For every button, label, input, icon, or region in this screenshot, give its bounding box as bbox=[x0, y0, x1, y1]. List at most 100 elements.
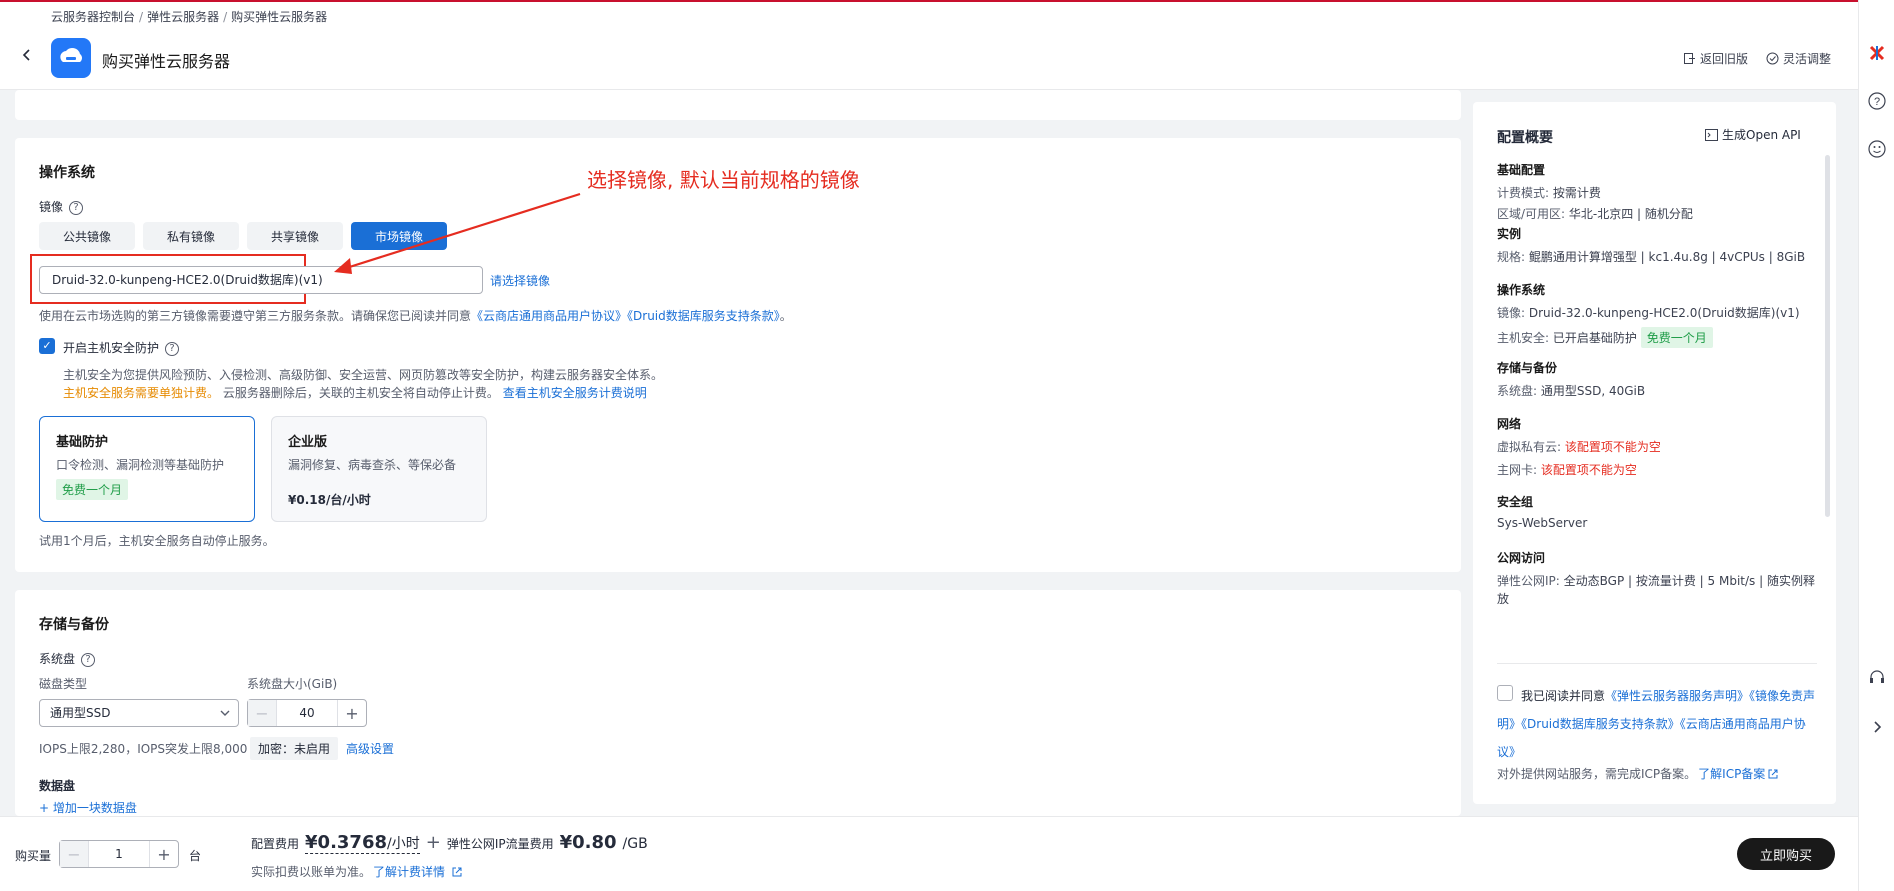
app-logo-icon[interactable] bbox=[1868, 44, 1886, 62]
option-title: 企业版 bbox=[288, 435, 328, 450]
notice-suffix: 。 bbox=[779, 309, 792, 323]
os-section-title: 操作系统 bbox=[39, 165, 95, 181]
tab-private-image[interactable]: 私有镜像 bbox=[143, 222, 239, 250]
increase-button[interactable]: + bbox=[150, 841, 178, 867]
check-circle-icon bbox=[1766, 52, 1779, 65]
plus-sign: + bbox=[425, 832, 441, 853]
system-disk-help-icon[interactable]: ? bbox=[81, 652, 96, 667]
system-disk-label: 系统盘 bbox=[39, 652, 76, 666]
druid-terms-link[interactable]: 《Druid数据库服务支持条款》 bbox=[627, 309, 780, 323]
summary-line: Sys-WebServer bbox=[1497, 516, 1588, 530]
ecs-logo-icon bbox=[51, 38, 91, 78]
host-security-checkbox[interactable]: ✓ bbox=[39, 338, 55, 354]
chevron-right-icon[interactable] bbox=[1868, 718, 1886, 736]
disk-type-label: 磁盘类型 bbox=[39, 677, 88, 691]
quantity-unit: 台 bbox=[189, 849, 202, 863]
add-data-disk-link[interactable]: + 增加一块数据盘 bbox=[39, 799, 137, 816]
quantity-value[interactable]: 1 bbox=[88, 841, 150, 867]
summary-title: 配置概要 bbox=[1497, 130, 1553, 146]
eip-fee-unit: /GB bbox=[622, 836, 648, 852]
summary-heading-storage: 存储与备份 bbox=[1497, 361, 1558, 375]
summary-line: 主网卡: 该配置项不能为空 bbox=[1497, 463, 1637, 477]
config-fee-unit: /小时 bbox=[387, 836, 420, 852]
breadcrumb-separator: / bbox=[139, 10, 144, 24]
flex-adjust-link[interactable]: 灵活调整 bbox=[1766, 50, 1831, 67]
price-row: 配置费用 ¥0.3768/小时 + 弹性公网IP流量费用 ¥0.80/GB bbox=[251, 832, 648, 854]
summary-line: 弹性公网IP: 全动态BGP | 按流量计费 | 5 Mbit/s | 随实例释… bbox=[1497, 574, 1815, 606]
agree-text: 我已阅读并同意《弹性云服务器服务声明》《镜像免责声明》《Druid数据库服务支持… bbox=[1497, 689, 1816, 759]
host-security-warn: 主机安全服务需要单独计费。 bbox=[63, 386, 220, 400]
external-link-icon[interactable] bbox=[1767, 768, 1779, 780]
market-agreement-link[interactable]: 《云商店通用商品用户协议》 bbox=[471, 309, 627, 323]
exit-icon bbox=[1684, 53, 1695, 64]
eip-fee-label: 弹性公网IP流量费用 bbox=[446, 837, 554, 851]
summary-scrollbar[interactable] bbox=[1825, 155, 1830, 517]
host-security-desc: 主机安全为您提供风险预防、入侵检测、高级防御、安全运营、网页防篡改等安全防护，构… bbox=[63, 368, 664, 382]
host-security-label-row: 开启主机安全防护? bbox=[63, 339, 180, 356]
icp-link[interactable]: 了解ICP备案 bbox=[1698, 765, 1765, 782]
config-fee[interactable]: ¥0.3768/小时 bbox=[305, 832, 420, 854]
disk-size-label: 系统盘大小(GiB) bbox=[247, 677, 338, 691]
decrease-button[interactable]: − bbox=[248, 700, 276, 726]
storage-section-title: 存储与备份 bbox=[39, 617, 109, 633]
druid-terms-link[interactable]: 《Druid数据库服务支持条款》 bbox=[1521, 717, 1680, 731]
config-fee-label: 配置费用 bbox=[251, 837, 300, 851]
host-security-billing-row: 主机安全服务需要单独计费。 云服务器删除后，关联的主机安全将自动停止计费。 查看… bbox=[63, 384, 647, 401]
image-label: 镜像 bbox=[39, 200, 64, 214]
tab-public-image[interactable]: 公共镜像 bbox=[39, 222, 135, 250]
summary-divider bbox=[1497, 663, 1817, 664]
summary-heading-os: 操作系统 bbox=[1497, 283, 1546, 297]
billing-details-link[interactable]: 了解计费详情 bbox=[373, 863, 445, 880]
option-desc: 漏洞修复、病毒查杀、等保必备 bbox=[288, 458, 457, 472]
svg-text:?: ? bbox=[1874, 96, 1880, 108]
old-version-label: 返回旧版 bbox=[1700, 52, 1749, 66]
host-security-note: 云服务器删除后，关联的主机安全将自动停止计费。 bbox=[222, 386, 499, 400]
summary-heading-network: 网络 bbox=[1497, 417, 1522, 431]
host-security-help-icon[interactable]: ? bbox=[165, 341, 180, 356]
tab-shared-image[interactable]: 共享镜像 bbox=[247, 222, 343, 250]
basic-protection-option[interactable]: 基础防护 口令检测、漏洞检测等基础防护 免费一个月 bbox=[39, 416, 255, 522]
external-link-icon[interactable] bbox=[451, 866, 463, 878]
encryption-tag: 加密：未启用 bbox=[250, 737, 339, 760]
page-title: 购买弹性云服务器 bbox=[102, 52, 231, 71]
help-icon[interactable]: ? bbox=[1868, 92, 1886, 110]
option-title: 基础防护 bbox=[56, 435, 109, 450]
system-disk-label-row: 系统盘? bbox=[39, 650, 96, 667]
open-api-link[interactable]: 生成Open API bbox=[1705, 126, 1801, 143]
smiley-feedback-icon[interactable] bbox=[1868, 140, 1886, 158]
summary-heading-basic: 基础配置 bbox=[1497, 163, 1546, 177]
iops-text: IOPS上限2,280，IOPS突发上限8,000 bbox=[39, 742, 248, 756]
chevron-down-icon bbox=[220, 710, 230, 716]
ecs-statement-link[interactable]: 《弹性云服务器服务声明》 bbox=[1605, 689, 1749, 703]
summary-heading-instance: 实例 bbox=[1497, 227, 1522, 241]
advanced-settings-link[interactable]: 高级设置 bbox=[346, 740, 394, 757]
headset-support-icon[interactable] bbox=[1868, 668, 1886, 686]
summary-content: 基础配置 计费模式: 按需计费 区域/可用区: 华北-北京四 | 随机分配 实例… bbox=[1497, 161, 1817, 646]
free-month-tag: 免费一个月 bbox=[56, 479, 129, 500]
breadcrumb-console[interactable]: 云服务器控制台 bbox=[51, 10, 135, 24]
summary-line: 计费模式: 按需计费 bbox=[1497, 186, 1601, 200]
terminal-icon bbox=[1705, 128, 1718, 141]
increase-button[interactable]: + bbox=[338, 700, 366, 726]
enterprise-protection-option[interactable]: 企业版 漏洞修复、病毒查杀、等保必备 ¥0.18/台/小时 bbox=[271, 416, 487, 522]
icp-note: 对外提供网站服务，需完成ICP备案。 了解ICP备案 bbox=[1497, 765, 1779, 782]
back-arrow-icon[interactable] bbox=[20, 48, 34, 62]
old-version-link[interactable]: 返回旧版 bbox=[1683, 50, 1748, 67]
open-api-label: 生成Open API bbox=[1722, 128, 1801, 142]
disk-type-select[interactable]: 通用型SSD bbox=[39, 699, 239, 727]
image-help-icon[interactable]: ? bbox=[69, 200, 84, 215]
breadcrumb-ecs[interactable]: 弹性云服务器 bbox=[147, 10, 219, 24]
right-rail: ? bbox=[1858, 0, 1894, 891]
summary-line: 虚拟私有云: 该配置项不能为空 bbox=[1497, 440, 1661, 454]
summary-line: 镜像: Druid-32.0-kunpeng-HCE2.0(Druid数据库)(… bbox=[1497, 306, 1800, 320]
quantity-stepper[interactable]: − 1 + bbox=[59, 840, 179, 868]
config-fee-value: ¥0.3768 bbox=[305, 832, 387, 853]
decrease-button[interactable]: − bbox=[60, 841, 88, 867]
disk-size-value[interactable]: 40 bbox=[276, 700, 338, 726]
buy-now-button[interactable]: 立即购买 bbox=[1737, 838, 1835, 870]
summary-heading-security-group: 安全组 bbox=[1497, 495, 1534, 509]
summary-line: 系统盘: 通用型SSD, 40GiB bbox=[1497, 384, 1646, 398]
host-security-billing-link[interactable]: 查看主机安全服务计费说明 bbox=[503, 386, 647, 400]
breadcrumb-current: 购买弹性云服务器 bbox=[231, 10, 328, 24]
disk-size-stepper[interactable]: − 40 + bbox=[247, 699, 367, 727]
